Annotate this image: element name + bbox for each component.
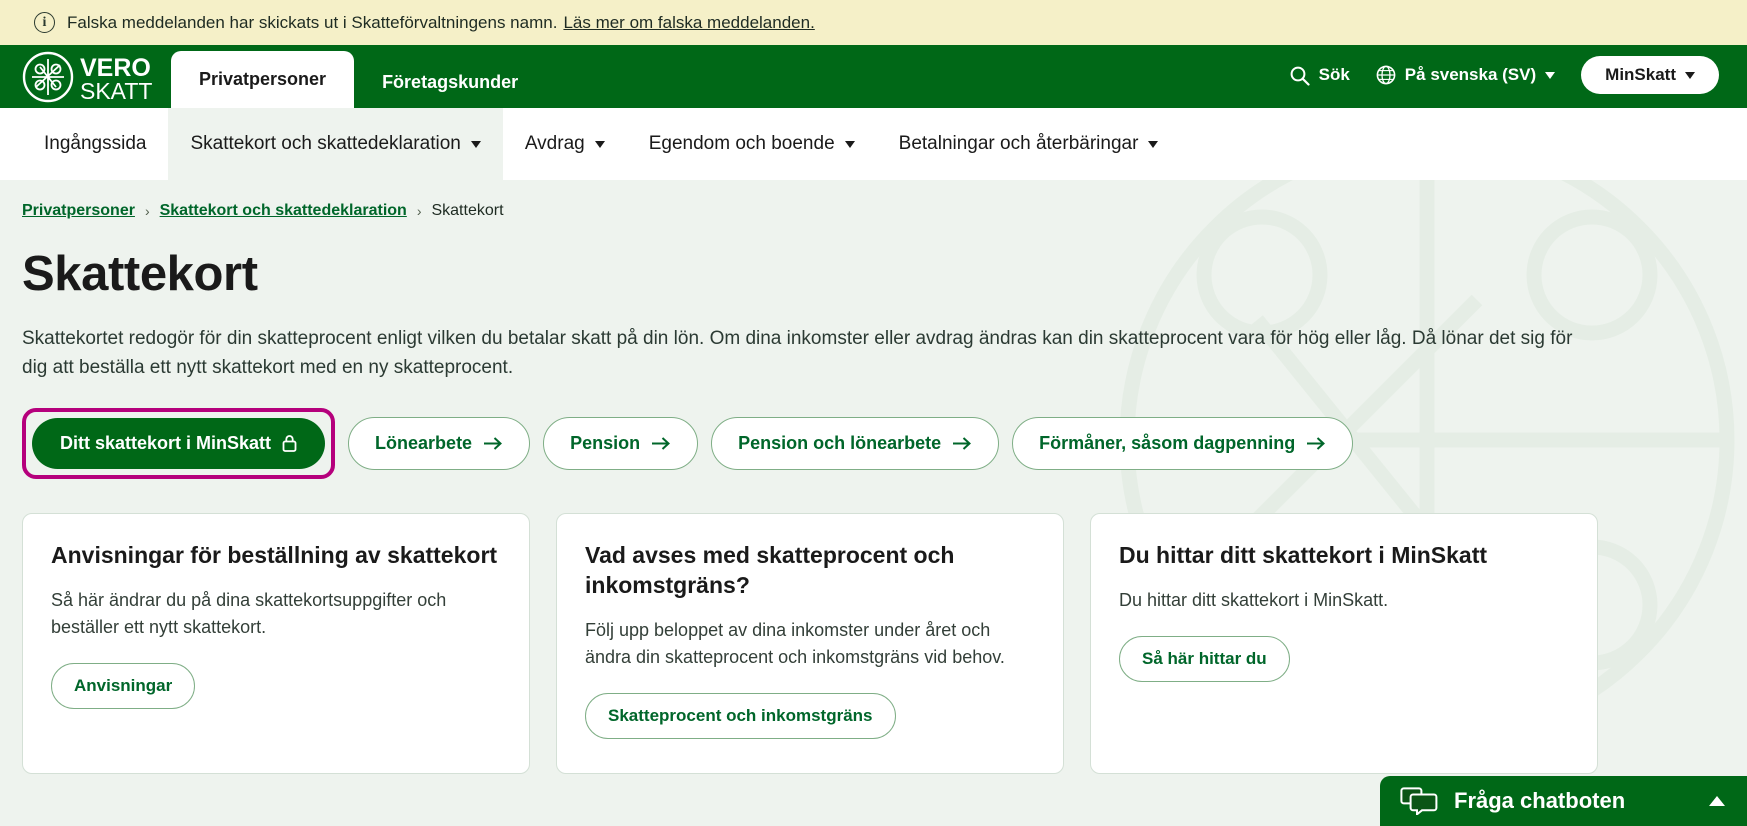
button-label: Så här hittar du — [1142, 649, 1267, 669]
page-intro-text: Skattekortet redogör för din skatteproce… — [22, 328, 1573, 379]
page-content: Privatpersoner › Skattekort och skattede… — [0, 180, 1747, 775]
info-card-grid: Anvisningar för beställning av skattekor… — [22, 512, 1725, 775]
chevron-down-icon — [1685, 71, 1695, 79]
chatbot-label: Fråga chatboten — [1454, 788, 1626, 813]
button-label: Lönearbete — [375, 432, 473, 453]
button-label: Anvisningar — [74, 676, 173, 696]
card-body: Du hittar ditt skattekort i MinSkatt. — [1119, 589, 1389, 610]
search-button[interactable]: Sök — [1289, 65, 1350, 86]
arrow-right-icon — [952, 436, 972, 451]
subnav-label: Egendom och boende — [648, 133, 835, 154]
audience-tabs: Privatpersoner Företagskunder — [171, 45, 546, 108]
alert-readmore-link[interactable]: Läs mer om falska meddelanden. — [563, 13, 814, 33]
button-label: Pension — [570, 432, 641, 453]
header-utility-nav: Sök På svenska (SV) MinSkatt — [1289, 56, 1747, 108]
chevron-down-icon — [1545, 71, 1556, 79]
subnav-label: Skattekort och skattedeklaration — [190, 133, 461, 154]
button-label: Förmåner, såsom dagpenning — [1039, 432, 1296, 453]
search-label: Sök — [1318, 65, 1350, 84]
card-body: Följ upp beloppet av dina inkomster unde… — [585, 619, 1005, 668]
card-anvisningar: Anvisningar för beställning av skattekor… — [22, 512, 530, 775]
focus-ring: Ditt skattekort i MinSkatt — [22, 407, 336, 479]
card-skatteprocent: Vad avses med skatteprocent och inkomstg… — [556, 512, 1064, 775]
site-alert-banner: i Falska meddelanden har skickats ut i S… — [0, 0, 1747, 45]
breadcrumb-separator-icon: › — [144, 203, 150, 219]
primary-navigation: Ingångssida Skattekort och skattedeklara… — [0, 108, 1747, 180]
page-title: Skattekort — [22, 247, 258, 301]
arrow-right-icon — [483, 436, 503, 451]
card-title: Anvisningar för beställning av skattekor… — [51, 541, 498, 568]
subnav-item-betalningar-och-aterbaringar[interactable]: Betalningar och återbäringar — [877, 108, 1181, 180]
skatteprocent-och-inkomstgrans-button[interactable]: Skatteprocent och inkomstgräns — [585, 693, 896, 740]
subnav-item-skattekort-och-skattedeklaration[interactable]: Skattekort och skattedeklaration — [168, 108, 503, 180]
formaner-sasom-dagpenning-button[interactable]: Förmåner, såsom dagpenning — [1012, 416, 1354, 470]
pension-button[interactable]: Pension — [543, 416, 699, 470]
chat-bubbles-icon — [1400, 787, 1438, 815]
breadcrumb-separator-icon: › — [416, 203, 422, 219]
chevron-down-icon — [594, 140, 605, 148]
card-minskatt: Du hittar ditt skattekort i MinSkatt Du … — [1090, 512, 1598, 775]
language-label: På svenska (SV) — [1404, 65, 1537, 84]
minskatt-button[interactable]: MinSkatt — [1581, 56, 1719, 94]
lonearbete-button[interactable]: Lönearbete — [348, 416, 531, 470]
page-body: Privatpersoner › Skattekort och skattede… — [0, 180, 1747, 826]
chevron-down-icon — [1148, 140, 1159, 148]
chevron-down-icon — [844, 140, 855, 148]
globe-icon — [1376, 65, 1396, 85]
search-icon — [1289, 65, 1310, 86]
language-selector[interactable]: På svenska (SV) — [1376, 65, 1556, 85]
breadcrumb-link-skattekort-och-skattedeklaration[interactable]: Skattekort och skattedeklaration — [160, 202, 407, 220]
arrow-right-icon — [651, 436, 671, 451]
site-header: VERO SKATT Privatpersoner Företagskunder… — [0, 45, 1747, 108]
anvisningar-button[interactable]: Anvisningar — [51, 663, 196, 710]
subnav-label: Betalningar och återbäringar — [898, 133, 1139, 154]
tab-foretagskunder[interactable]: Företagskunder — [354, 57, 546, 108]
svg-text:SKATT: SKATT — [80, 78, 152, 103]
button-label: Pension och lönearbete — [738, 432, 942, 453]
alert-text: Falska meddelanden har skickats ut i Ska… — [67, 12, 558, 32]
chatbot-launcher[interactable]: Fråga chatboten — [1380, 776, 1747, 826]
chevron-down-icon — [470, 140, 481, 148]
breadcrumb-link-privatpersoner[interactable]: Privatpersoner — [22, 202, 135, 220]
subnav-item-avdrag[interactable]: Avdrag — [503, 108, 627, 180]
subnav-label: Ingångssida — [44, 133, 147, 154]
sa-har-hittar-du-button[interactable]: Så här hittar du — [1119, 636, 1290, 683]
arrow-right-icon — [1306, 436, 1326, 451]
minskatt-label: MinSkatt — [1605, 65, 1676, 84]
chevron-up-icon[interactable] — [1709, 796, 1725, 806]
vero-skatt-logo[interactable]: VERO SKATT — [22, 49, 157, 104]
info-circle-icon: i — [34, 12, 55, 33]
ditt-skattekort-i-minskatt-button[interactable]: Ditt skattekort i MinSkatt — [32, 417, 326, 469]
quick-links-button-row: Ditt skattekort i MinSkatt Lönearbete Pe… — [22, 407, 1725, 479]
breadcrumb: Privatpersoner › Skattekort och skattede… — [22, 180, 1725, 220]
subnav-label: Avdrag — [524, 133, 585, 154]
tab-privatpersoner[interactable]: Privatpersoner — [171, 51, 355, 108]
subnav-item-egendom-och-boende[interactable]: Egendom och boende — [627, 108, 877, 180]
button-label: Ditt skattekort i MinSkatt — [60, 432, 272, 453]
subnav-item-ingangssida[interactable]: Ingångssida — [22, 108, 168, 180]
breadcrumb-current: Skattekort — [431, 202, 504, 219]
lock-icon — [282, 434, 297, 453]
card-title: Du hittar ditt skattekort i MinSkatt — [1119, 541, 1488, 568]
button-label: Skatteprocent och inkomstgräns — [608, 706, 873, 726]
card-body: Så här ändrar du på dina skattekortsuppg… — [51, 589, 447, 638]
card-title: Vad avses med skatteprocent och inkomstg… — [585, 541, 955, 598]
pension-och-lonearbete-button[interactable]: Pension och lönearbete — [711, 416, 1000, 470]
